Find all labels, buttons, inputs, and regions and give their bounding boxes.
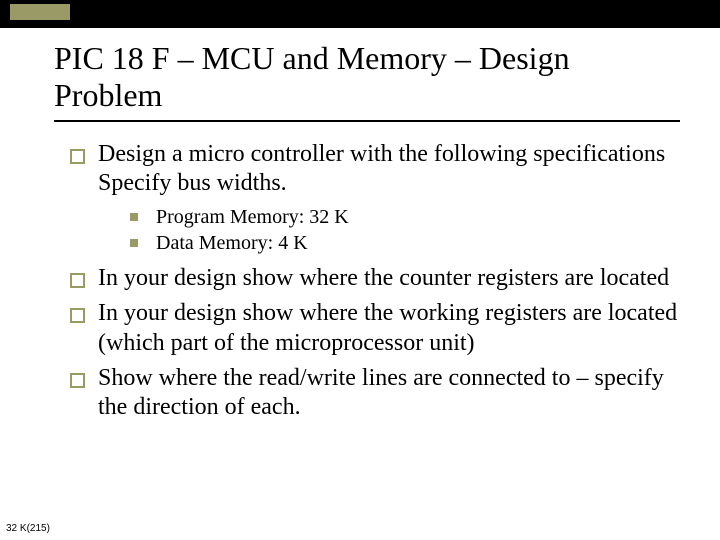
sub-bullet-list: Program Memory: 32 K Data Memory: 4 K bbox=[98, 204, 680, 256]
bullet-item: Show where the read/write lines are conn… bbox=[70, 364, 680, 423]
title-rule bbox=[54, 120, 680, 122]
bullet-text: Show where the read/write lines are conn… bbox=[98, 365, 664, 420]
bullet-item: In your design show where the counter re… bbox=[70, 264, 680, 293]
bullet-text: In your design show where the counter re… bbox=[98, 265, 669, 291]
slide-content: PIC 18 F – MCU and Memory – Design Probl… bbox=[0, 28, 720, 422]
accent-strip bbox=[10, 4, 70, 20]
sub-bullet-text: Data Memory: 4 K bbox=[156, 232, 308, 254]
bullet-text: In your design show where the working re… bbox=[98, 300, 677, 355]
bullet-item: In your design show where the working re… bbox=[70, 299, 680, 358]
footnote: 32 K(215) bbox=[6, 523, 50, 534]
bullet-text: Design a micro controller with the follo… bbox=[98, 141, 665, 196]
bullet-item: Design a micro controller with the follo… bbox=[70, 140, 680, 257]
sub-bullet-text: Program Memory: 32 K bbox=[156, 206, 349, 228]
sub-bullet-item: Program Memory: 32 K bbox=[130, 204, 680, 230]
slide-title: PIC 18 F – MCU and Memory – Design Probl… bbox=[54, 40, 680, 114]
sub-bullet-item: Data Memory: 4 K bbox=[130, 230, 680, 256]
bullet-list: Design a micro controller with the follo… bbox=[54, 140, 680, 423]
top-bar bbox=[0, 0, 720, 28]
